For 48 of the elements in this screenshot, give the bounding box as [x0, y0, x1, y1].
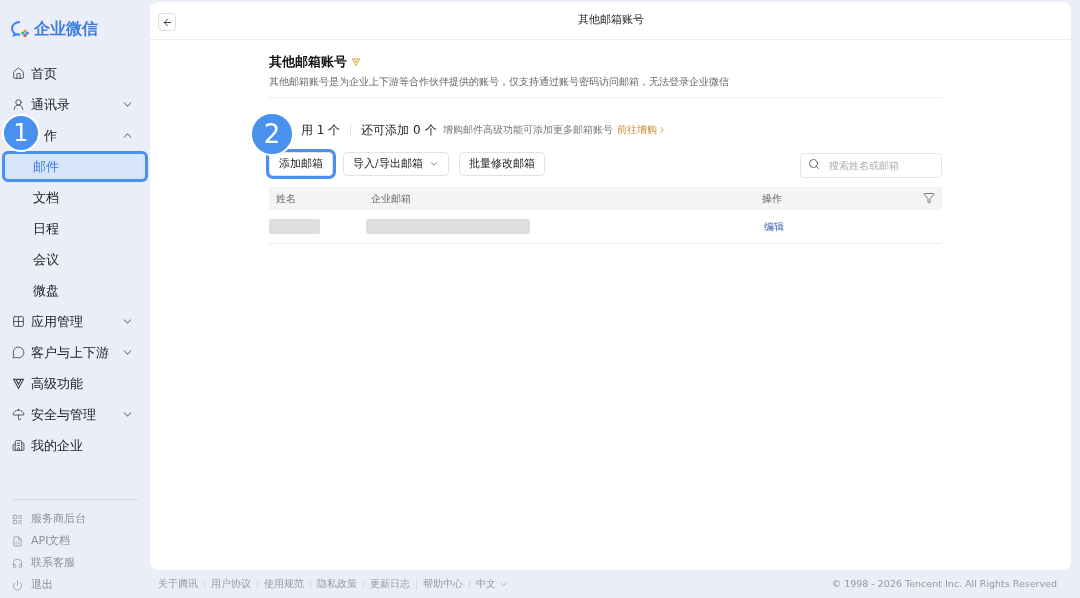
headset-icon — [12, 557, 23, 569]
toolbar-button[interactable]: 导入/导出邮箱 — [343, 152, 449, 176]
filter-icon — [923, 192, 935, 204]
logo-icon — [10, 20, 30, 38]
document-icon — [12, 535, 23, 547]
logo-text: 企业微信 — [34, 18, 98, 40]
home-icon — [12, 67, 25, 80]
edit-link[interactable]: 编辑 — [764, 218, 784, 234]
upgrade-hint: 增购邮件高级功能可添加更多邮箱账号 — [442, 123, 613, 137]
search-icon — [808, 158, 820, 170]
power-icon — [12, 579, 23, 591]
sidebar-subitem[interactable]: 会议 — [2, 244, 148, 275]
page-title: 其他邮箱账号 — [577, 12, 644, 29]
sidebar-item[interactable]: 首页 — [0, 64, 150, 83]
buildings-icon — [12, 439, 25, 452]
panel-icon — [12, 513, 23, 525]
sidebar-item[interactable]: 高级功能 — [0, 374, 150, 393]
sidebar-subitem[interactable]: 文档 — [2, 182, 148, 213]
sidebar-item[interactable]: 我的企业 — [0, 436, 150, 455]
redacted-name — [269, 218, 320, 234]
column-header: 企业邮箱 — [371, 191, 412, 206]
column-header: 姓名 — [276, 191, 297, 206]
step-callout: 1 — [2, 114, 40, 152]
column-header: 操作 — [762, 191, 783, 206]
section-heading: 其他邮箱账号 — [269, 53, 347, 71]
back-button[interactable] — [158, 13, 176, 31]
sidebar-item[interactable]: 作 — [44, 126, 150, 145]
search-field[interactable]: 搜索姓名或邮箱 — [800, 152, 942, 178]
available-count: 还可添加 0 个 — [361, 121, 437, 139]
toolbar-button[interactable]: 添加邮箱 — [269, 152, 333, 176]
sidebar-item[interactable]: 安全与管理 — [0, 405, 150, 424]
sidebar-item[interactable]: 应用管理 — [0, 312, 150, 331]
back-arrow-icon — [161, 16, 173, 28]
chat-bubble-icon — [12, 346, 25, 359]
sidebar-subitem[interactable]: 微盘 — [2, 275, 148, 306]
caret-icon — [428, 159, 439, 169]
v-shape-icon — [12, 377, 25, 390]
person-icon — [12, 98, 25, 111]
umbrella-icon — [12, 408, 25, 421]
section-description: 其他邮箱账号是为企业上下游等合作伙伴提供的账号，仅支持通过账号密码访问邮箱，无法登录企业微信 — [269, 74, 730, 89]
grid-icon — [12, 315, 25, 328]
sidebar-subitem[interactable]: 日程 — [2, 213, 148, 244]
used-count: 用 1 个 — [301, 121, 341, 139]
v-badge-icon — [351, 56, 361, 67]
copyright-text: © 1998 - 2026 Tencent Inc. All Rights Reserved — [831, 576, 1058, 591]
sidebar-item[interactable]: 客户与上下游 — [0, 343, 150, 362]
sidebar-item[interactable]: 通讯录 — [0, 95, 150, 114]
toolbar-button[interactable]: 批量修改邮箱 — [458, 152, 545, 176]
